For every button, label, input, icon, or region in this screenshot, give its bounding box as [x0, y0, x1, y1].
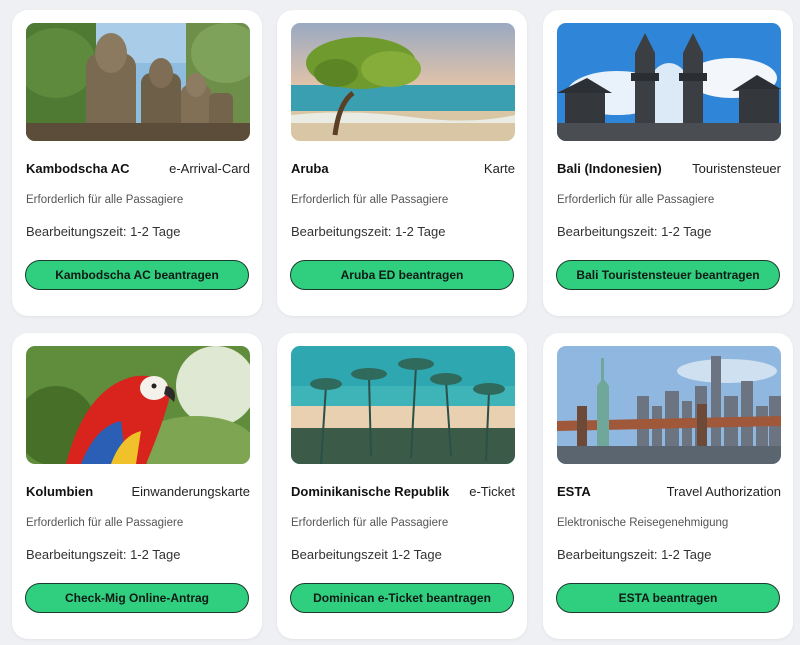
card-processing-time: Bearbeitungszeit: 1-2 Tage [26, 224, 181, 239]
palm-beach-image [291, 346, 515, 464]
card-requirement: Erforderlich für alle Passagiere [26, 194, 184, 206]
card-title: Kambodscha AC [26, 161, 130, 176]
card-requirement: Erforderlich für alle Passagiere [291, 517, 449, 529]
visa-card-grid: Kambodscha AC e-Arrival-Card Erforderlic… [0, 0, 800, 645]
card-title: Aruba [291, 161, 329, 176]
card-esta: ESTA Travel Authorization Elektronische … [543, 333, 793, 639]
card-document-type: Karte [483, 161, 515, 176]
apply-button-bali[interactable]: Bali Touristensteuer beantragen [556, 260, 780, 290]
apply-button-kambodscha[interactable]: Kambodscha AC beantragen [25, 260, 249, 290]
card-processing-time: Bearbeitungszeit: 1-2 Tage [291, 224, 446, 239]
card-processing-time: Bearbeitungszeit: 1-2 Tage [26, 547, 181, 562]
card-document-type: e-Ticket [469, 484, 515, 499]
card-title: Bali (Indonesien) [557, 161, 662, 176]
bali-temple-gate-image [557, 23, 781, 141]
card-document-type: Touristensteuer [692, 161, 781, 176]
card-kambodscha: Kambodscha AC e-Arrival-Card Erforderlic… [12, 10, 262, 316]
angkor-statues-image [26, 23, 250, 141]
card-processing-time: Bearbeitungszeit: 1-2 Tage [557, 224, 712, 239]
aruba-tree-beach-image [291, 23, 515, 141]
card-document-type: Einwanderungskarte [131, 484, 250, 499]
card-title: ESTA [557, 484, 591, 499]
apply-button-aruba[interactable]: Aruba ED beantragen [290, 260, 514, 290]
card-requirement: Erforderlich für alle Passagiere [557, 194, 715, 206]
statue-of-liberty-skyline-image [557, 346, 781, 464]
card-processing-time: Bearbeitungszeit: 1-2 Tage [557, 547, 712, 562]
card-kolumbien: Kolumbien Einwanderungskarte Erforderlic… [12, 333, 262, 639]
card-title: Kolumbien [26, 484, 94, 499]
card-requirement: Erforderlich für alle Passagiere [26, 517, 184, 529]
card-aruba: Aruba Karte Erforderlich für alle Passag… [277, 10, 527, 316]
card-bali: Bali (Indonesien) Touristensteuer Erford… [543, 10, 793, 316]
card-dominikanische-republik: Dominikanische Republik e-Ticket Erforde… [277, 333, 527, 639]
card-processing-time: Bearbeitungszeit 1-2 Tage [291, 547, 442, 562]
card-requirement: Elektronische Reisegenehmigung [557, 517, 729, 529]
card-requirement: Erforderlich für alle Passagiere [291, 194, 449, 206]
parrot-image [26, 346, 250, 464]
apply-button-esta[interactable]: ESTA beantragen [556, 583, 780, 613]
card-document-type: Travel Authorization [666, 484, 781, 499]
apply-button-kolumbien[interactable]: Check-Mig Online-Antrag [25, 583, 249, 613]
apply-button-dominikanische-republik[interactable]: Dominican e-Ticket beantragen [290, 583, 514, 613]
card-title: Dominikanische Republik [291, 484, 450, 499]
card-document-type: e-Arrival-Card [169, 161, 250, 176]
